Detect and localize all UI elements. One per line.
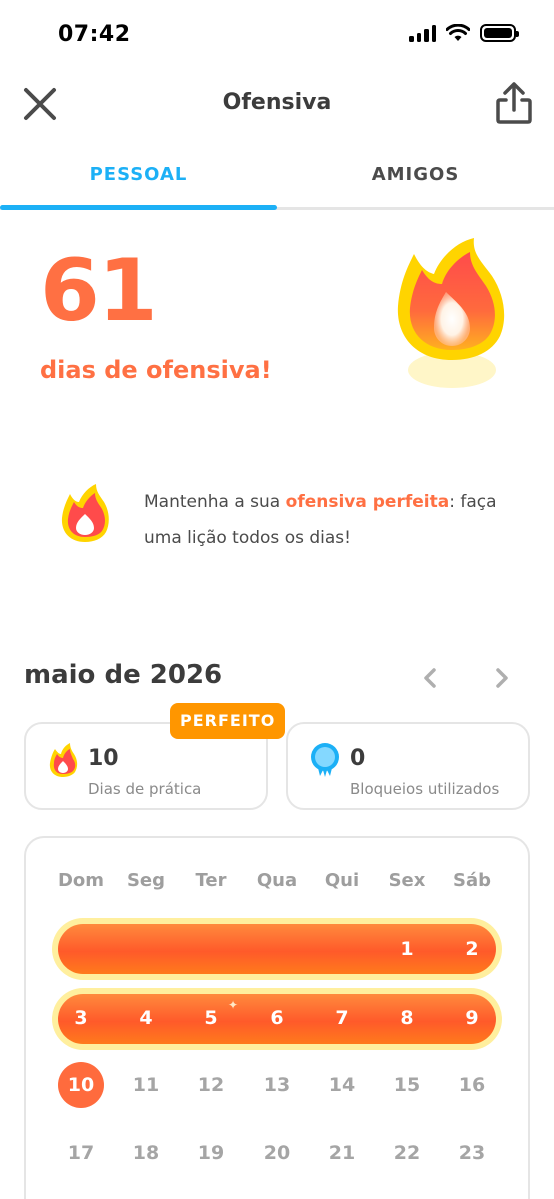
header: Ofensiva	[0, 72, 554, 136]
calendar-day[interactable]: 2	[442, 938, 502, 960]
calendar-day[interactable]: 11	[116, 1074, 176, 1096]
calendar-day[interactable]: 14	[312, 1074, 372, 1096]
battery-icon	[480, 24, 519, 42]
streak-freezes-label: Bloqueios utilizados	[350, 780, 500, 798]
status-icons	[409, 24, 519, 42]
weekday-label: Seg	[126, 870, 166, 891]
streak-freezes-value: 0	[350, 746, 366, 771]
calendar-day[interactable]: 8	[377, 1007, 437, 1029]
calendar-day-today[interactable]: 10	[58, 1074, 104, 1096]
calendar-day[interactable]: 13	[247, 1074, 307, 1096]
tab-pessoal[interactable]: PESSOAL	[0, 150, 277, 210]
calendar-day[interactable]: 7	[312, 1007, 372, 1029]
share-button[interactable]	[494, 80, 534, 126]
calendar-day[interactable]: 4	[116, 1007, 176, 1029]
calendar-day[interactable]: 15	[377, 1074, 437, 1096]
calendar-day[interactable]: 20	[247, 1142, 307, 1164]
calendar-day[interactable]: 23	[442, 1142, 502, 1164]
calendar-day[interactable]: 9	[442, 1007, 502, 1029]
flame-icon	[61, 484, 109, 542]
streak-freeze-icon	[311, 743, 339, 777]
weekday-label: Ter	[195, 870, 227, 891]
calendar-day[interactable]: 5	[181, 1007, 241, 1029]
calendar-day[interactable]: 3	[51, 1007, 111, 1029]
tip-highlight: ofensiva perfeita	[285, 492, 450, 512]
weekday-label: Qui	[324, 870, 360, 891]
calendar-day[interactable]: 19	[181, 1142, 241, 1164]
previous-month-button[interactable]	[418, 664, 442, 692]
flame-icon	[397, 238, 505, 388]
calendar-day[interactable]: 18	[116, 1142, 176, 1164]
cellular-signal-icon	[409, 24, 436, 42]
streak-caption: dias de ofensiva!	[40, 356, 272, 384]
perfect-badge: PERFEITO	[170, 703, 286, 739]
tip-text-before: Mantenha a sua	[144, 492, 286, 512]
calendar-day[interactable]: 17	[51, 1142, 111, 1164]
practice-days-label: Dias de prática	[88, 780, 202, 798]
streak-freezes-card: 0 Bloqueios utilizados	[286, 722, 530, 810]
calendar-day[interactable]: 12	[181, 1074, 241, 1096]
tab-amigos[interactable]: AMIGOS	[277, 150, 554, 207]
status-time: 07:42	[58, 22, 131, 47]
calendar-day[interactable]: 6	[247, 1007, 307, 1029]
streak-count: 61	[40, 241, 158, 341]
tab-bar: PESSOAL AMIGOS	[0, 150, 554, 210]
calendar-day[interactable]: 16	[442, 1074, 502, 1096]
weekday-label: Sex	[388, 870, 426, 891]
weekday-label: Sáb	[453, 870, 491, 891]
status-bar: 07:42	[0, 0, 554, 72]
calendar-day[interactable]: 1	[377, 938, 437, 960]
calendar-day[interactable]: 21	[312, 1142, 372, 1164]
share-icon	[496, 82, 532, 124]
next-month-button[interactable]	[490, 664, 514, 692]
calendar-day[interactable]: 22	[377, 1142, 437, 1164]
month-title: maio de 2026	[24, 660, 223, 690]
weekday-label: Dom	[57, 870, 105, 891]
flame-icon	[49, 743, 78, 777]
weekday-label: Qua	[256, 870, 298, 891]
streak-tip: Mantenha a sua ofensiva perfeita: faça u…	[144, 484, 524, 556]
practice-days-value: 10	[88, 746, 119, 771]
wifi-icon	[446, 24, 470, 41]
page-title: Ofensiva	[222, 90, 332, 115]
